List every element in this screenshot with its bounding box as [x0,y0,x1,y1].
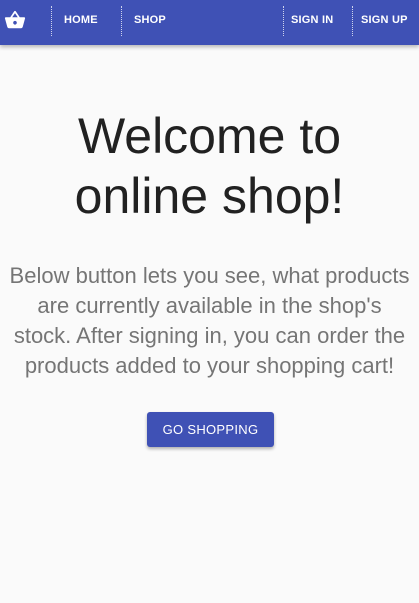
description-line: stock. After signing in, you can order t… [13,323,406,348]
welcome-description: Below button lets you see, what products… [2,261,417,381]
toolbar-divider [283,6,284,36]
description-line: products added to your shopping cart! [24,353,395,378]
welcome-headline: Welcome to online shop! [0,106,419,226]
nav-home-button[interactable]: HOME [64,0,98,40]
nav-sign-in-button[interactable]: SIGN IN [291,0,333,40]
toolbar-divider [352,6,353,36]
toolbar-divider [121,6,122,36]
description-line: are currently available in the shop's [37,293,382,318]
go-shopping-button[interactable]: GO SHOPPING [147,412,274,447]
nav-shop-button[interactable]: SHOP [134,0,166,40]
toolbar-divider [51,6,52,36]
headline-line: online shop! [74,168,345,224]
description-line: Below button lets you see, what products [9,263,410,288]
shopping-basket-icon[interactable] [4,9,26,31]
headline-line: Welcome to [77,108,342,164]
top-toolbar: HOME SHOP SIGN IN SIGN UP [0,0,419,45]
nav-sign-up-button[interactable]: SIGN UP [361,0,408,40]
